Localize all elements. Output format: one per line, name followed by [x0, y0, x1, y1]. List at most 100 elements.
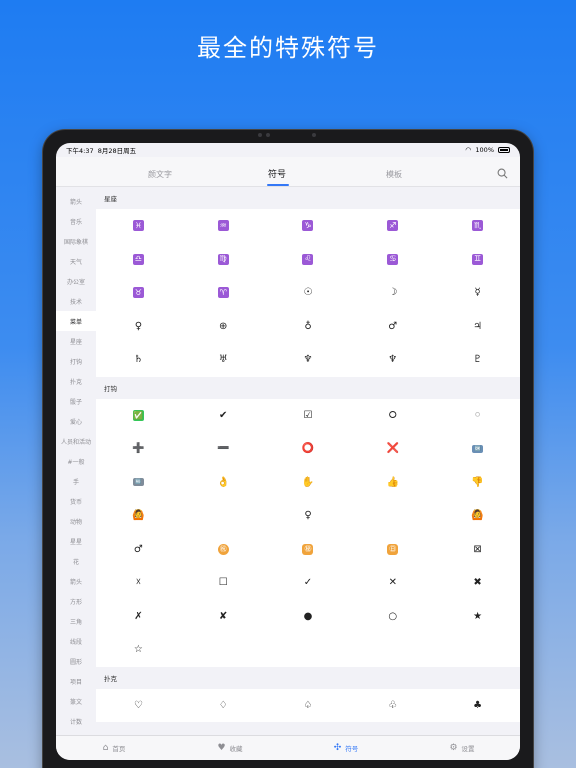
- symbol-cell[interactable]: ♆: [266, 343, 351, 377]
- symbol-cell[interactable]: 🙆: [96, 499, 181, 533]
- symbol-cell[interactable]: ⭘: [350, 399, 435, 433]
- sidebar-item[interactable]: 篆文: [56, 691, 96, 711]
- symbol-cell[interactable]: ♀: [96, 310, 181, 344]
- sidebar-item[interactable]: 音乐: [56, 211, 96, 231]
- symbol-cell[interactable]: ☑: [266, 399, 351, 433]
- symbol-cell[interactable]: ㊗: [181, 533, 266, 567]
- sidebar-item[interactable]: 星座: [56, 331, 96, 351]
- symbol-cell[interactable]: ♂: [96, 533, 181, 567]
- symbol-cell[interactable]: ♌: [266, 243, 351, 277]
- symbol-cell[interactable]: ㊐: [350, 533, 435, 567]
- sidebar-item[interactable]: 货币: [56, 491, 96, 511]
- symbol-cell[interactable]: ♆: [350, 343, 435, 377]
- symbol-cell[interactable]: ♎: [96, 243, 181, 277]
- tabbar-settings[interactable]: ⚙ 设置: [404, 743, 520, 753]
- search-icon[interactable]: [497, 168, 508, 179]
- sidebar-item[interactable]: 花: [56, 551, 96, 571]
- symbol-cell[interactable]: ♂: [350, 310, 435, 344]
- symbol-cell[interactable]: ♈: [181, 276, 266, 310]
- sidebar-item[interactable]: 项目: [56, 671, 96, 691]
- symbol-cell[interactable]: ⭕: [266, 432, 351, 466]
- symbol-cell[interactable]: ♐: [350, 209, 435, 243]
- symbol-cell[interactable]: 👍: [350, 466, 435, 500]
- symbol-cell[interactable]: ○: [350, 600, 435, 634]
- tab-templates[interactable]: 模板: [386, 169, 402, 180]
- symbol-cell[interactable]: ●: [266, 600, 351, 634]
- symbol-cell[interactable]: ♃: [435, 310, 520, 344]
- symbol-cell[interactable]: ♧: [350, 689, 435, 723]
- symbol-cell[interactable]: ✅: [96, 399, 181, 433]
- sidebar-item[interactable]: 计数: [56, 711, 96, 731]
- symbol-cell[interactable]: ♅: [181, 343, 266, 377]
- symbol-cell[interactable]: 🆖: [96, 466, 181, 500]
- tab-kaomoji[interactable]: 颜文字: [148, 169, 172, 180]
- tab-symbols[interactable]: 符号: [268, 167, 286, 180]
- sidebar-item[interactable]: 方形: [56, 591, 96, 611]
- symbol-cell[interactable]: ♁: [266, 310, 351, 344]
- symbol-cell[interactable]: ➕: [96, 432, 181, 466]
- symbol-cell[interactable]: ➖: [181, 432, 266, 466]
- symbol-cell[interactable]: ✗: [96, 600, 181, 634]
- symbol-cell[interactable]: [350, 499, 435, 533]
- symbol-cell[interactable]: ♤: [266, 689, 351, 723]
- sidebar-item[interactable]: 箭头: [56, 571, 96, 591]
- symbol-cell[interactable]: ♣: [435, 689, 520, 723]
- sidebar-item[interactable]: 圆形: [56, 651, 96, 671]
- sidebar-item[interactable]: 三角: [56, 611, 96, 631]
- symbol-cell[interactable]: ☆: [96, 633, 181, 667]
- symbol-cell[interactable]: ✓: [266, 566, 351, 600]
- symbol-cell[interactable]: ☐: [181, 566, 266, 600]
- symbol-cell[interactable]: ★: [435, 600, 520, 634]
- symbol-cell[interactable]: ♢: [181, 689, 266, 723]
- sidebar-item[interactable]: 菜单: [56, 311, 96, 331]
- sidebar-item[interactable]: 办公室: [56, 271, 96, 291]
- symbol-cell[interactable]: ♋: [350, 243, 435, 277]
- symbol-cell[interactable]: ♒: [181, 209, 266, 243]
- symbol-cell[interactable]: ⊕: [181, 310, 266, 344]
- symbol-cell[interactable]: ⊠: [435, 533, 520, 567]
- sidebar-item[interactable]: 星星: [56, 531, 96, 551]
- sidebar-item[interactable]: #一般: [56, 451, 96, 471]
- symbol-cell[interactable]: ✔: [181, 399, 266, 433]
- tabbar-symbols[interactable]: ✣ 符号: [288, 743, 404, 753]
- tabbar-favorites[interactable]: ♥ 收藏: [172, 743, 288, 753]
- symbol-cell[interactable]: ♀: [266, 499, 351, 533]
- symbol-cell[interactable]: ㊙: [266, 533, 351, 567]
- sidebar-item[interactable]: 箭头: [56, 191, 96, 211]
- symbol-cell[interactable]: ♓: [96, 209, 181, 243]
- sidebar-item[interactable]: 天气: [56, 251, 96, 271]
- sidebar-item[interactable]: 骰子: [56, 391, 96, 411]
- symbol-cell[interactable]: ✖: [435, 566, 520, 600]
- symbol-cell[interactable]: 👎: [435, 466, 520, 500]
- sidebar-item[interactable]: 爱心: [56, 411, 96, 431]
- symbol-cell[interactable]: ♇: [435, 343, 520, 377]
- symbol-cell[interactable]: ♊: [435, 243, 520, 277]
- symbol-cell[interactable]: 🙆: [435, 499, 520, 533]
- sidebar-item[interactable]: 人员和活动: [56, 431, 96, 451]
- sidebar-item[interactable]: 扑克: [56, 371, 96, 391]
- symbol-cell[interactable]: ☓: [96, 566, 181, 600]
- symbol-cell[interactable]: 👌: [181, 466, 266, 500]
- symbol-cell[interactable]: ♑: [266, 209, 351, 243]
- symbol-cell[interactable]: [181, 499, 266, 533]
- sidebar-item[interactable]: 线段: [56, 631, 96, 651]
- tabbar-home[interactable]: ⌂ 首页: [56, 743, 172, 753]
- symbol-cell[interactable]: ☉: [266, 276, 351, 310]
- symbol-cell[interactable]: ☽: [350, 276, 435, 310]
- symbol-cell[interactable]: ♉: [96, 276, 181, 310]
- sidebar-item[interactable]: 动物: [56, 511, 96, 531]
- symbol-cell[interactable]: 🆗: [435, 432, 520, 466]
- symbol-cell[interactable]: ♡: [96, 689, 181, 723]
- symbol-cell[interactable]: ❌: [350, 432, 435, 466]
- sidebar-item[interactable]: 国际象棋: [56, 231, 96, 251]
- sidebar-item[interactable]: 打钩: [56, 351, 96, 371]
- symbol-cell[interactable]: ♏: [435, 209, 520, 243]
- symbol-cell[interactable]: ✕: [350, 566, 435, 600]
- sidebar-item[interactable]: 手: [56, 471, 96, 491]
- symbol-cell[interactable]: ✘: [181, 600, 266, 634]
- symbol-cell[interactable]: ⚪: [435, 399, 520, 433]
- symbol-cell[interactable]: ♄: [96, 343, 181, 377]
- symbol-cell[interactable]: ♍: [181, 243, 266, 277]
- sidebar-item[interactable]: 技术: [56, 291, 96, 311]
- symbol-cell[interactable]: ✋: [266, 466, 351, 500]
